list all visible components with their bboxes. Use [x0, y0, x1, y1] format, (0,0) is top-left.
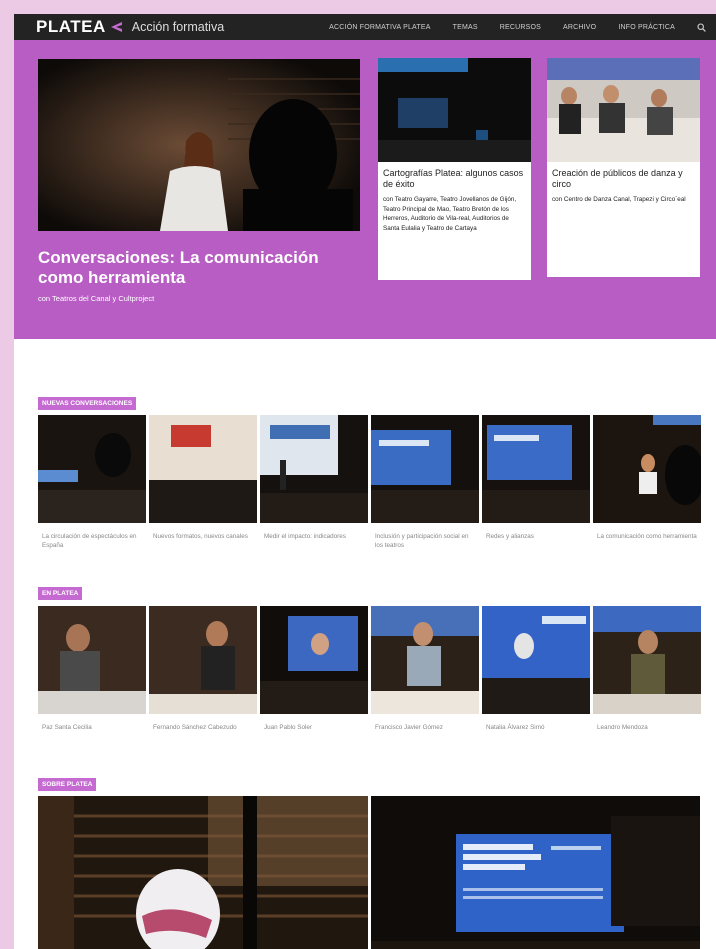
thumbnail-item[interactable]: Inclusión y participación social en los … — [371, 415, 479, 550]
thumbnail-photo — [38, 415, 146, 523]
thumbnail-caption: Paz Santa Cecilia — [42, 724, 92, 731]
thumbnail-item[interactable]: Juan Pablo Soler — [260, 606, 368, 733]
site-subtitle: Acción formativa — [131, 20, 225, 34]
thumbnail-item[interactable]: La circulación de espectáculos en España — [38, 415, 146, 550]
card-text: con Centro de Danza Canal, Trapezi y Cir… — [552, 196, 686, 203]
thumbnail-photo — [371, 606, 479, 714]
thumbnail-item[interactable]: Medir el impacto: indicadores — [260, 415, 368, 550]
card-photo — [378, 58, 531, 162]
logo-mark-icon — [108, 22, 122, 32]
card-photo — [547, 58, 700, 162]
thumbnail-photo — [371, 415, 479, 523]
thumbnail-caption: La circulación de espectáculos en España — [42, 533, 137, 549]
card-title: Creación de públicos de danza y circo — [552, 168, 683, 189]
thumbnail-row: Paz Santa Cecilia Fernando Sánchez Cabez… — [38, 606, 701, 733]
thumbnail-photo — [38, 606, 146, 714]
section-label[interactable]: SOBRE PLATEA — [38, 778, 97, 791]
thumbnail-photo — [149, 606, 257, 714]
thumbnail-photo — [482, 606, 590, 714]
thumbnail-caption: Medir el impacto: indicadores — [264, 533, 346, 540]
thumbnail-caption: Inclusión y participación social en los … — [375, 533, 469, 549]
main-menu: ACCIÓN FORMATIVA PLATEA TEMAS RECURSOS A… — [307, 22, 706, 32]
thumbnail-item[interactable]: Natalia Álvarez Simó — [482, 606, 590, 733]
thumbnail-photo — [482, 415, 590, 523]
thumbnail-photo — [593, 606, 701, 714]
thumbnail-item[interactable]: Paz Santa Cecilia — [38, 606, 146, 733]
section-label[interactable]: EN PLATEA — [38, 587, 83, 600]
thumbnail-caption: Juan Pablo Soler — [264, 724, 312, 731]
thumbnail-item[interactable]: Fernando Sánchez Cabezudo — [149, 606, 257, 733]
menu-item-info-practica[interactable]: INFO PRÁCTICA — [618, 24, 675, 31]
sobre-photo-left[interactable] — [38, 796, 368, 949]
hero-title[interactable]: Conversaciones: La comunicación como her… — [38, 248, 348, 288]
thumbnail-caption: Fernando Sánchez Cabezudo — [153, 724, 237, 731]
hero-section: Conversaciones: La comunicación como her… — [14, 40, 716, 339]
menu-item-archivo[interactable]: ARCHIVO — [563, 24, 596, 31]
thumbnail-caption: Natalia Álvarez Simó — [486, 724, 545, 731]
card-title: Cartografías Platea: algunos casos de éx… — [383, 168, 524, 189]
thumbnail-item[interactable]: Redes y alianzas — [482, 415, 590, 550]
thumbnail-caption: Nuevos formatos, nuevos canales — [153, 533, 248, 540]
thumbnail-item[interactable]: Leandro Mendoza — [593, 606, 701, 733]
logo-text: PLATEA — [36, 17, 106, 36]
hero-photo[interactable] — [38, 59, 360, 231]
section-label[interactable]: NUEVAS CONVERSACIONES — [38, 397, 137, 410]
page: PLATEA Acción formativa ACCIÓN FORMATIVA… — [14, 14, 716, 949]
thumbnail-row: La circulación de espectáculos en España… — [38, 415, 701, 550]
thumbnail-item[interactable]: La comunicación como herramienta — [593, 415, 701, 550]
logo[interactable]: PLATEA — [36, 17, 132, 37]
hero-byline: con Teatros del Canal y Cultproject — [38, 294, 155, 303]
top-nav: PLATEA Acción formativa ACCIÓN FORMATIVA… — [14, 14, 716, 40]
menu-item-temas[interactable]: TEMAS — [453, 24, 478, 31]
thumbnail-photo — [149, 415, 257, 523]
thumbnail-caption: La comunicación como herramienta — [597, 533, 697, 540]
thumbnail-item[interactable]: Francisco Javier Gómez — [371, 606, 479, 733]
thumbnail-photo — [593, 415, 701, 523]
thumbnail-photo — [260, 415, 368, 523]
thumbnail-caption: Francisco Javier Gómez — [375, 724, 443, 731]
thumbnail-item[interactable]: Nuevos formatos, nuevos canales — [149, 415, 257, 550]
feature-card-cartografias[interactable]: Cartografías Platea: algunos casos de éx… — [378, 58, 531, 280]
menu-item-accion-formativa[interactable]: ACCIÓN FORMATIVA PLATEA — [329, 24, 430, 31]
sobre-photo-right[interactable] — [371, 796, 700, 949]
thumbnail-caption: Leandro Mendoza — [597, 724, 648, 731]
search-icon[interactable] — [697, 22, 706, 32]
menu-item-recursos[interactable]: RECURSOS — [500, 24, 541, 31]
thumbnail-caption: Redes y alianzas — [486, 533, 534, 540]
card-text: con Teatro Gayarre, Teatro Jovellanos de… — [383, 196, 517, 232]
thumbnail-photo — [260, 606, 368, 714]
feature-card-danza-circo[interactable]: Creación de públicos de danza y circo co… — [547, 58, 700, 277]
